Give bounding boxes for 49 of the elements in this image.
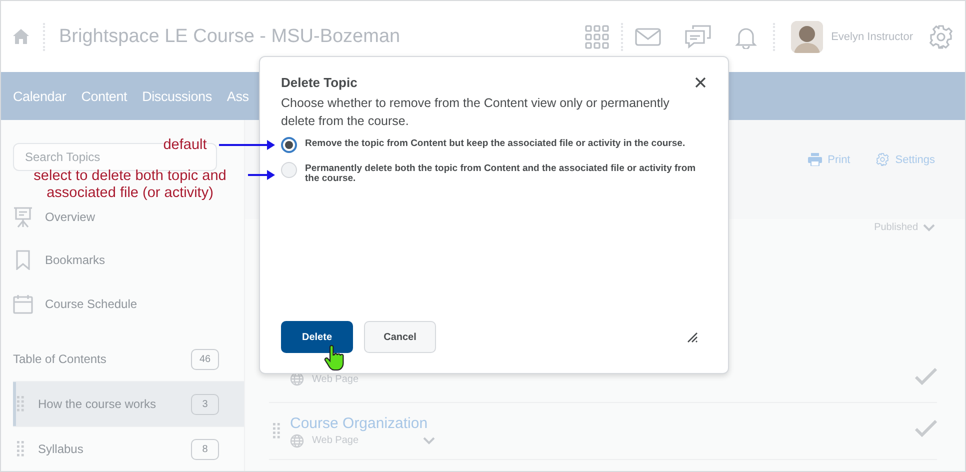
bookmark-icon (16, 250, 30, 270)
close-icon[interactable] (695, 77, 706, 88)
radio-button[interactable] (281, 137, 297, 153)
resize-grip-icon[interactable] (687, 332, 698, 342)
user-name[interactable]: Evelyn Instructor (831, 30, 913, 42)
chevron-down-icon[interactable] (923, 224, 935, 232)
settings-button[interactable]: Settings (876, 153, 935, 166)
home-icon[interactable] (13, 29, 29, 44)
topic-title[interactable]: Course Organization (290, 414, 905, 432)
globe-icon (290, 372, 304, 386)
annotation-text: select to delete both topic and associated file (or activity) (32, 168, 228, 202)
module-item[interactable]: How the course works 3 (13, 381, 244, 426)
app-grid-icon[interactable] (585, 24, 610, 48)
dialog-title: Delete Topic (281, 75, 358, 90)
table-of-contents-label[interactable]: Table of Contents (13, 352, 106, 366)
drag-handle-icon[interactable] (273, 423, 280, 439)
globe-icon (290, 434, 304, 448)
avatar-icon[interactable] (791, 20, 824, 52)
calendar-icon (13, 294, 33, 314)
module-item[interactable]: Syllabus 8 (13, 426, 244, 471)
annotation-arrow (248, 170, 275, 180)
drag-handle-icon[interactable] (17, 396, 24, 412)
annotation-arrow (219, 140, 275, 150)
settings-icon[interactable] (929, 24, 953, 48)
chevron-down-icon[interactable] (422, 436, 435, 444)
checkmark-icon (915, 420, 937, 437)
sidebar-item[interactable]: Bookmarks (45, 253, 106, 268)
easel-icon (13, 206, 33, 228)
printer-icon (808, 153, 822, 166)
delete-button[interactable]: Delete (281, 321, 353, 353)
gear-icon[interactable] (876, 153, 890, 166)
nav-link[interactable]: Ass (226, 88, 249, 104)
mail-icon[interactable] (635, 28, 662, 46)
print-button[interactable]: Print (808, 153, 850, 166)
sidebar-item[interactable]: Overview (45, 210, 96, 224)
nav-link[interactable]: Content (81, 88, 128, 104)
dialog-message: Choose whether to remove from the Content view only or permanently delete from the course. (281, 95, 670, 130)
chat-icon[interactable] (685, 24, 712, 48)
drag-handle-icon[interactable] (17, 441, 24, 458)
sidebar-item[interactable]: Course Schedule (45, 297, 138, 312)
count-badge: 46 (191, 348, 219, 370)
nav-link[interactable]: Discussions (142, 88, 212, 104)
checkmark-icon (915, 368, 937, 385)
course-title: Brightspace LE Course - MSU-Bozeman (59, 26, 400, 48)
hand-cursor-icon (323, 345, 345, 371)
option-label[interactable]: Permanently delete both the topic from Content and the associated file or activity from the course. (305, 164, 706, 184)
option-label[interactable]: Remove the topic from Content but keep the associated file or activity in the course. (305, 139, 686, 149)
cancel-button[interactable]: Cancel (364, 321, 436, 353)
nav-link[interactable]: Calendar (13, 88, 66, 104)
